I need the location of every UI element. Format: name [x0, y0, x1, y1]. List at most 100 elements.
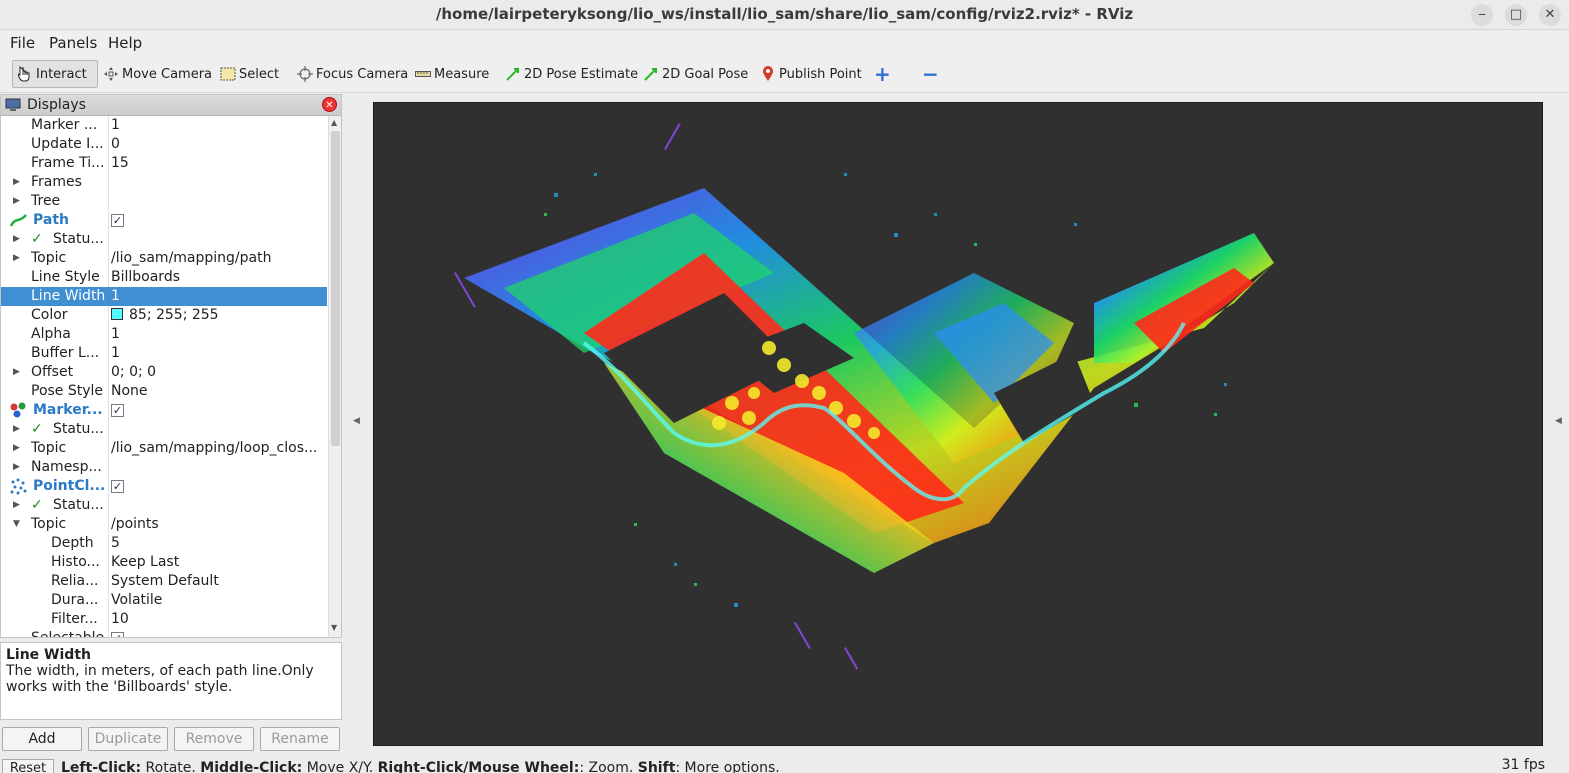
row-value[interactable]: Keep Last — [111, 553, 325, 572]
tree-row[interactable]: Alpha 1 — [1, 325, 327, 344]
collapse-arrow-icon[interactable]: ▼ — [13, 515, 23, 534]
tree-row-marker[interactable]: Marker... ✓ — [1, 401, 327, 420]
maximize-button[interactable]: □ — [1505, 4, 1527, 26]
tree-row[interactable]: ▶ ✓ Statu... — [1, 420, 327, 439]
menu-help[interactable]: Help — [108, 34, 142, 52]
row-value[interactable]: 5 — [111, 534, 325, 553]
tree-row[interactable]: Line Style Billboards — [1, 268, 327, 287]
tree-row[interactable]: ▶ ✓ Statu... — [1, 496, 327, 515]
chevron-left-icon[interactable]: ◀ — [1555, 416, 1562, 426]
tree-row[interactable]: Selectable ✓ — [1, 629, 327, 637]
menu-file[interactable]: File — [10, 34, 35, 52]
add-tool-button[interactable]: + — [870, 60, 895, 88]
scroll-down-icon[interactable]: ▼ — [331, 623, 337, 632]
expand-arrow-icon[interactable]: ▶ — [13, 192, 23, 211]
tree-row[interactable]: ▶ Topic/lio_sam/mapping/loop_clos... — [1, 439, 327, 458]
scroll-thumb[interactable] — [331, 131, 340, 446]
duplicate-button[interactable]: Duplicate — [88, 727, 168, 751]
color-swatch[interactable] — [111, 308, 123, 320]
row-value[interactable]: /lio_sam/mapping/loop_clos... — [111, 439, 325, 458]
tree-row[interactable]: ▶ Tree — [1, 192, 327, 211]
row-value[interactable]: 15 — [111, 154, 325, 173]
pose-estimate-tool[interactable]: 2D Pose Estimate — [501, 60, 642, 88]
row-value[interactable]: 10 — [111, 610, 325, 629]
tree-row[interactable]: ▶ Namesp... — [1, 458, 327, 477]
right-splitter[interactable]: ◀ — [1547, 94, 1569, 754]
add-button[interactable]: Add — [2, 727, 82, 751]
chevron-left-icon[interactable]: ◀ — [353, 416, 360, 426]
tree-row[interactable]: Color 85; 255; 255 — [1, 306, 327, 325]
minimize-button[interactable]: ⎯ — [1471, 4, 1493, 26]
select-tool[interactable]: Select — [216, 60, 283, 88]
select-label: Select — [239, 66, 280, 82]
tree-row-path[interactable]: Path ✓ — [1, 211, 327, 230]
row-value[interactable]: Volatile — [111, 591, 325, 610]
row-value[interactable]: Billboards — [111, 268, 325, 287]
tree-row-pointcloud[interactable]: PointCl... ✓ — [1, 477, 327, 496]
monitor-icon — [5, 98, 21, 116]
enable-checkbox[interactable]: ✓ — [111, 632, 124, 637]
row-value[interactable]: 1 — [111, 344, 325, 363]
row-value[interactable]: /points — [111, 515, 325, 534]
measure-label: Measure — [434, 66, 490, 82]
tree-row[interactable]: Pose Style None — [1, 382, 327, 401]
reset-button[interactable]: Reset — [2, 759, 54, 773]
row-label: Frames — [31, 174, 82, 190]
row-value[interactable]: 1 — [111, 325, 325, 344]
tree-row[interactable]: Filter... 10 — [1, 610, 327, 629]
tree-row[interactable]: Histo... Keep Last — [1, 553, 327, 572]
tree-row[interactable]: ▶ Topic/lio_sam/mapping/path — [1, 249, 327, 268]
focus-camera-tool[interactable]: Focus Camera — [293, 60, 412, 88]
measure-tool[interactable]: Measure — [411, 60, 493, 88]
expand-arrow-icon[interactable]: ▶ — [13, 363, 23, 382]
tree-row[interactable]: Frame Ti... 15 — [1, 154, 327, 173]
expand-arrow-icon[interactable]: ▶ — [13, 230, 23, 249]
tree-row[interactable]: Dura... Volatile — [1, 591, 327, 610]
scroll-up-icon[interactable]: ▲ — [331, 118, 337, 127]
goal-pose-tool[interactable]: 2D Goal Pose — [639, 60, 752, 88]
menu-panels[interactable]: Panels — [49, 34, 97, 52]
row-value[interactable]: None — [111, 382, 325, 401]
move-arrows-icon — [103, 66, 119, 82]
tree-row[interactable]: Depth 5 — [1, 534, 327, 553]
row-value[interactable]: 1 — [111, 116, 325, 135]
tree-row[interactable]: Buffer L... 1 — [1, 344, 327, 363]
row-value[interactable]: 0 — [111, 135, 325, 154]
close-icon[interactable]: ✕ — [322, 97, 337, 112]
move-camera-tool[interactable]: Move Camera — [99, 60, 216, 88]
left-splitter[interactable]: ◀ — [343, 94, 371, 754]
tree-scrollbar[interactable]: ▲ ▼ — [328, 116, 341, 637]
tree-row[interactable]: ▶ Frames — [1, 173, 327, 192]
expand-arrow-icon[interactable]: ▶ — [13, 496, 23, 515]
remove-tool-button[interactable]: − — [918, 60, 943, 88]
tree-row[interactable]: ▶ ✓ Statu... — [1, 230, 327, 249]
row-value[interactable]: 0; 0; 0 — [111, 363, 325, 382]
row-value[interactable]: 1 — [111, 287, 325, 306]
row-value[interactable]: System Default — [111, 572, 325, 591]
tree-row[interactable]: Marker ... 1 — [1, 116, 327, 135]
tree-row[interactable]: Relia... System Default — [1, 572, 327, 591]
select-box-icon — [220, 66, 236, 82]
tree-row[interactable]: Update I... 0 — [1, 135, 327, 154]
tree-row[interactable]: ▶ Offset 0; 0; 0 — [1, 363, 327, 382]
row-value[interactable]: 85; 255; 255 — [111, 306, 325, 325]
render-viewport[interactable] — [373, 102, 1543, 746]
interact-tool[interactable]: Interact — [12, 60, 98, 88]
expand-arrow-icon[interactable]: ▶ — [13, 173, 23, 192]
expand-arrow-icon[interactable]: ▶ — [13, 420, 23, 439]
close-button[interactable]: ✕ — [1539, 4, 1561, 26]
remove-button[interactable]: Remove — [174, 727, 254, 751]
tree-row-selected[interactable]: Line Width 1 — [1, 287, 327, 306]
expand-arrow-icon[interactable]: ▶ — [13, 249, 23, 268]
enable-checkbox[interactable]: ✓ — [111, 404, 124, 417]
enable-checkbox[interactable]: ✓ — [111, 214, 124, 227]
enable-checkbox[interactable]: ✓ — [111, 480, 124, 493]
row-value[interactable]: /lio_sam/mapping/path — [111, 249, 325, 268]
expand-arrow-icon[interactable]: ▶ — [13, 439, 23, 458]
publish-point-tool[interactable]: Publish Point — [756, 60, 866, 88]
rename-button[interactable]: Rename — [260, 727, 340, 751]
row-label: Statu... — [53, 497, 104, 513]
row-label: Update I... — [31, 136, 104, 152]
expand-arrow-icon[interactable]: ▶ — [13, 458, 23, 477]
tree-row[interactable]: ▼ Topic/points — [1, 515, 327, 534]
